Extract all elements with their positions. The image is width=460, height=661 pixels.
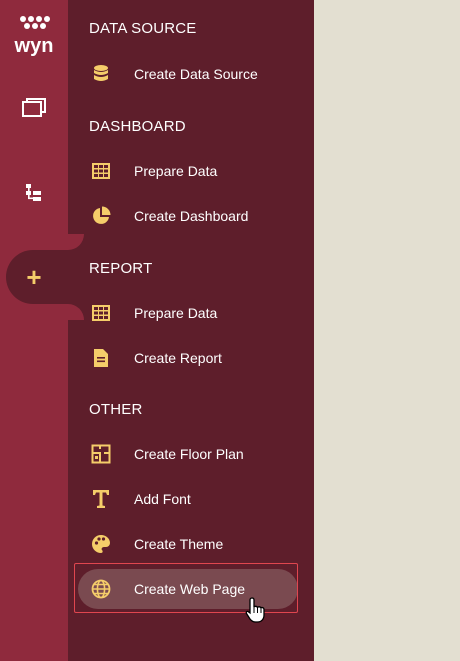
section-title-other: OTHER (89, 401, 143, 418)
menu-item-label: Prepare Data (134, 305, 218, 321)
hierarchy-icon[interactable] (12, 172, 56, 212)
section-title-data-source: DATA SOURCE (89, 20, 197, 37)
menu-item-label: Create Report (134, 350, 222, 366)
menu-item-create-dashboard[interactable]: Create Dashboard (78, 196, 298, 236)
menu-item-label: Create Theme (134, 536, 224, 552)
menu-item-label: Create Data Source (134, 66, 258, 82)
main-content-area (314, 0, 460, 661)
menu-item-label: Add Font (134, 491, 191, 507)
table-icon (90, 302, 112, 324)
document-icon (90, 347, 112, 369)
database-icon (90, 63, 112, 85)
menu-item-create-theme[interactable]: Create Theme (78, 524, 298, 564)
section-title-report: REPORT (89, 260, 153, 277)
active-tab-corner-top (68, 234, 84, 250)
hand-cursor-icon (244, 596, 268, 624)
menu-item-prepare-data-dashboard[interactable]: Prepare Data (78, 151, 298, 191)
section-title-dashboard: DASHBOARD (89, 118, 186, 135)
menu-item-prepare-data-report[interactable]: Prepare Data (78, 293, 298, 333)
menu-item-create-data-source[interactable]: Create Data Source (78, 54, 298, 94)
wyn-logo[interactable]: wyn (6, 12, 62, 58)
globe-icon (90, 578, 112, 600)
menu-item-label: Create Floor Plan (134, 446, 244, 462)
plus-icon[interactable]: + (24, 259, 44, 295)
font-icon (90, 488, 112, 510)
menu-item-create-report[interactable]: Create Report (78, 338, 298, 378)
palette-icon (90, 533, 112, 555)
menu-item-label: Create Dashboard (134, 208, 249, 224)
floor-plan-icon (90, 443, 112, 465)
documents-icon[interactable] (12, 88, 56, 128)
svg-text:wyn: wyn (14, 35, 54, 57)
menu-item-label: Prepare Data (134, 163, 218, 179)
pie-chart-icon (90, 205, 112, 227)
menu-item-create-floor-plan[interactable]: Create Floor Plan (78, 434, 298, 474)
menu-item-label: Create Web Page (134, 581, 246, 597)
table-icon (90, 160, 112, 182)
menu-item-add-font[interactable]: Add Font (78, 479, 298, 519)
